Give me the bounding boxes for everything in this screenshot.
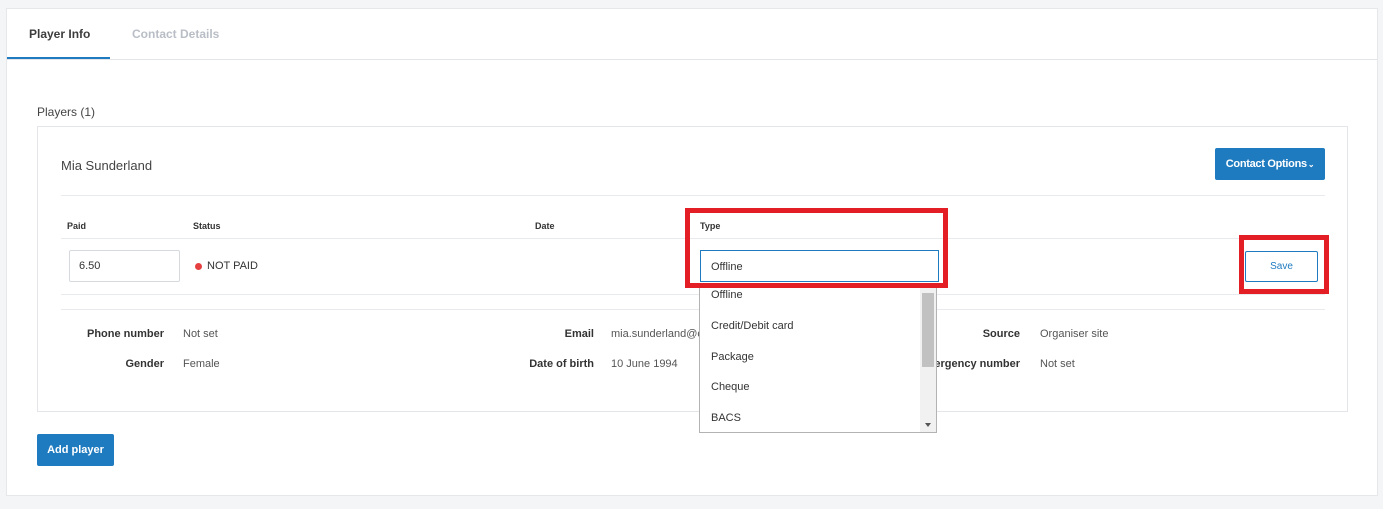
gender-label: Gender xyxy=(125,358,164,370)
divider xyxy=(61,294,1325,295)
email-value: mia.sunderland@clu xyxy=(611,328,701,340)
tab-bar: Player Info Contact Details xyxy=(7,9,1377,60)
payment-status: NOT PAID xyxy=(195,260,258,272)
dropdown-option-credit-debit-card[interactable]: Credit/Debit card xyxy=(700,314,936,345)
payment-type-select[interactable]: Offline xyxy=(700,250,939,282)
scrollbar-thumb[interactable] xyxy=(922,293,934,367)
dropdown-option-offline[interactable]: Offline xyxy=(700,283,936,314)
status-text: NOT PAID xyxy=(207,260,258,272)
players-section-title: Players (1) xyxy=(37,105,96,119)
emergency-number-value: Not set xyxy=(1040,358,1075,370)
divider xyxy=(61,309,1325,310)
contact-options-label: Contact Options xyxy=(1225,158,1307,170)
player-name: Mia Sunderland xyxy=(61,158,153,173)
column-header-date: Date xyxy=(535,221,555,231)
divider xyxy=(61,238,1325,239)
paid-amount-input[interactable]: 6.50 xyxy=(69,250,180,282)
tab-contact-details[interactable]: Contact Details xyxy=(132,27,219,41)
gender-value: Female xyxy=(183,358,220,370)
save-button[interactable]: Save xyxy=(1245,251,1318,282)
status-dot-icon xyxy=(195,262,202,270)
contact-options-button[interactable]: Contact Options ⌄ xyxy=(1215,148,1325,180)
player-card: Mia Sunderland Contact Options ⌄ Paid St… xyxy=(37,126,1348,412)
tab-player-info[interactable]: Player Info xyxy=(29,27,90,41)
source-value: Organiser site xyxy=(1040,328,1109,340)
active-tab-indicator xyxy=(7,57,110,59)
date-of-birth-value: 10 June 1994 xyxy=(611,358,678,370)
column-header-paid: Paid xyxy=(67,221,87,231)
add-player-button[interactable]: Add player xyxy=(37,434,114,466)
dropdown-option-bacs[interactable]: BACS xyxy=(700,406,936,432)
dropdown-option-cheque[interactable]: Cheque xyxy=(700,375,936,406)
scroll-down-arrow-icon[interactable] xyxy=(925,423,931,427)
column-header-status: Status xyxy=(193,221,221,231)
date-of-birth-label: Date of birth xyxy=(529,358,594,370)
column-header-type: Type xyxy=(700,221,721,231)
chevron-down-icon: ⌄ xyxy=(1307,159,1315,169)
main-card: Player Info Contact Details Players (1) … xyxy=(6,8,1378,496)
email-label: Email xyxy=(564,328,594,340)
dropdown-scrollbar[interactable] xyxy=(920,283,936,432)
emergency-number-label: mergency number xyxy=(924,358,1020,370)
payment-type-dropdown: Offline Credit/Debit card Package Cheque… xyxy=(699,283,937,433)
phone-label: Phone number xyxy=(86,328,164,340)
source-label: Source xyxy=(982,328,1020,340)
phone-value: Not set xyxy=(183,328,218,340)
dropdown-option-package[interactable]: Package xyxy=(700,345,936,376)
divider xyxy=(61,195,1325,196)
